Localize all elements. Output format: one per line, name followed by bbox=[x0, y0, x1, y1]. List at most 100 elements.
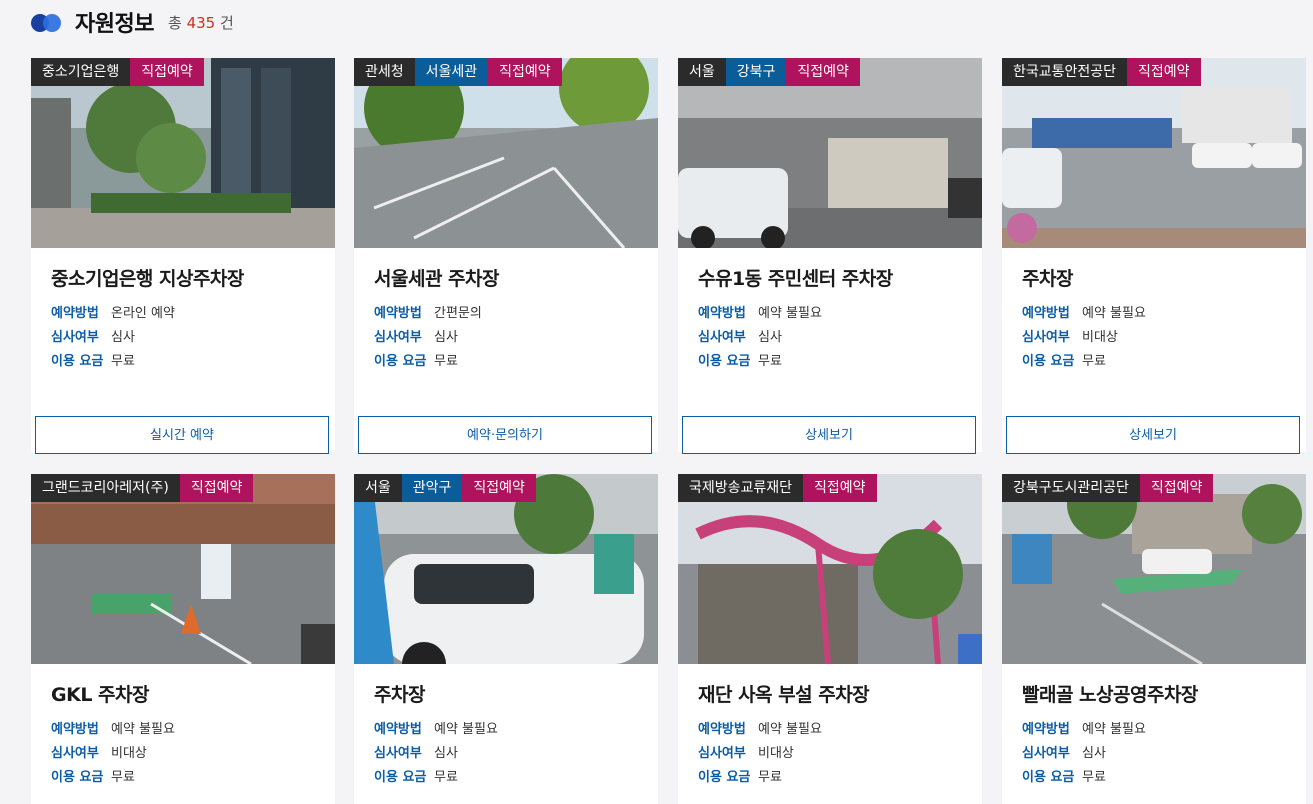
value-method: 예약 불필요 bbox=[758, 306, 822, 321]
label-method: 예약방법 bbox=[1022, 306, 1070, 321]
value-fee: 무료 bbox=[434, 354, 458, 369]
tag-direct-reservation: 직접예약 bbox=[130, 58, 204, 86]
value-review: 심사 bbox=[434, 746, 458, 761]
tag-agency: 중소기업은행 bbox=[31, 58, 131, 86]
tag-region: 서울 bbox=[678, 58, 726, 86]
value-fee: 무료 bbox=[434, 770, 458, 785]
value-review: 비대상 bbox=[111, 746, 147, 761]
value-fee: 무료 bbox=[1082, 354, 1106, 369]
value-method: 예약 불필요 bbox=[758, 722, 822, 737]
total-count: 총 435 건 bbox=[167, 13, 234, 32]
card-title[interactable]: 중소기업은행 지상주차장 bbox=[51, 264, 335, 290]
label-review: 심사여부 bbox=[1022, 746, 1070, 761]
value-method: 온라인 예약 bbox=[111, 306, 175, 321]
label-method: 예약방법 bbox=[51, 722, 99, 737]
tag-district: 강북구 bbox=[725, 58, 787, 86]
tag-direct-reservation: 직접예약 bbox=[803, 474, 877, 502]
card-photo: 서울 강북구 직접예약 bbox=[678, 58, 982, 248]
tag-agency: 국제방송교류재단 bbox=[678, 474, 804, 502]
resource-card[interactable]: 중소기업은행 직접예약 중소기업은행 지상주차장 예약방법 온라인 예약 심사여부… bbox=[31, 58, 335, 454]
value-fee: 무료 bbox=[758, 354, 782, 369]
label-fee: 이용 요금 bbox=[51, 770, 104, 785]
page-header: 자원정보 총 435 건 bbox=[31, 6, 234, 38]
tag-agency: 그랜드코리아레저(주) bbox=[31, 474, 180, 502]
tag-direct-reservation: 직접예약 bbox=[462, 474, 536, 502]
card-title[interactable]: GKL 주차장 bbox=[51, 680, 335, 706]
card-photo: 서울 관악구 직접예약 bbox=[354, 474, 658, 664]
label-fee: 이용 요금 bbox=[51, 354, 104, 369]
card-title[interactable]: 수유1동 주민센터 주차장 bbox=[698, 264, 982, 290]
card-photo: 한국교통안전공단 직접예약 bbox=[1002, 58, 1306, 248]
tag-direct-reservation: 직접예약 bbox=[1127, 58, 1201, 86]
tag-agency: 한국교통안전공단 bbox=[1002, 58, 1128, 86]
card-title[interactable]: 빨래골 노상공영주차장 bbox=[1022, 680, 1306, 706]
card-photo: 중소기업은행 직접예약 bbox=[31, 58, 335, 248]
label-fee: 이용 요금 bbox=[1022, 770, 1075, 785]
label-method: 예약방법 bbox=[374, 306, 422, 321]
tag-sub-agency: 서울세관 bbox=[414, 58, 489, 86]
value-review: 심사 bbox=[111, 330, 135, 345]
page-title: 자원정보 bbox=[75, 12, 154, 37]
value-fee: 무료 bbox=[111, 354, 135, 369]
resource-card[interactable]: 한국교통안전공단 직접예약 주차장 예약방법 예약 불필요 심사여부 비대상 이용 … bbox=[1002, 58, 1306, 454]
card-title[interactable]: 주차장 bbox=[374, 680, 658, 706]
card-photo: 국제방송교류재단 직접예약 bbox=[678, 474, 982, 664]
label-fee: 이용 요금 bbox=[698, 770, 751, 785]
reservation-inquiry-button[interactable]: 예약·문의하기 bbox=[358, 416, 652, 454]
label-review: 심사여부 bbox=[1022, 330, 1070, 345]
label-method: 예약방법 bbox=[374, 722, 422, 737]
label-review: 심사여부 bbox=[51, 330, 99, 345]
resource-card[interactable]: 서울 강북구 직접예약 수유1동 주민센터 주차장 예약방법 예약 불필요 심사여… bbox=[678, 58, 982, 454]
value-method: 예약 불필요 bbox=[1082, 306, 1146, 321]
value-review: 심사 bbox=[1082, 746, 1106, 761]
resource-card[interactable]: 국제방송교류재단 직접예약 재단 사옥 부설 주차장 예약방법 예약 불필요 심사… bbox=[678, 474, 982, 804]
resource-card[interactable]: 강북구도시관리공단 직접예약 빨래골 노상공영주차장 예약방법 예약 불필요 심사… bbox=[1002, 474, 1306, 804]
card-title[interactable]: 주차장 bbox=[1022, 264, 1306, 290]
label-review: 심사여부 bbox=[698, 746, 746, 761]
tag-direct-reservation: 직접예약 bbox=[179, 474, 254, 502]
tag-direct-reservation: 직접예약 bbox=[1139, 474, 1214, 502]
value-method: 예약 불필요 bbox=[111, 722, 175, 737]
tag-direct-reservation: 직접예약 bbox=[488, 58, 562, 86]
label-review: 심사여부 bbox=[51, 746, 99, 761]
value-review: 비대상 bbox=[1082, 330, 1118, 345]
value-method: 간편문의 bbox=[434, 306, 482, 321]
tag-agency: 관세청 bbox=[354, 58, 415, 86]
label-fee: 이용 요금 bbox=[698, 354, 751, 369]
label-method: 예약방법 bbox=[698, 306, 746, 321]
card-photo: 강북구도시관리공단 직접예약 bbox=[1002, 474, 1306, 664]
value-review: 비대상 bbox=[758, 746, 794, 761]
tag-district: 관악구 bbox=[401, 474, 463, 502]
label-fee: 이용 요금 bbox=[374, 354, 427, 369]
value-fee: 무료 bbox=[111, 770, 135, 785]
card-title[interactable]: 서울세관 주차장 bbox=[374, 264, 658, 290]
label-review: 심사여부 bbox=[374, 330, 422, 345]
detail-view-button[interactable]: 상세보기 bbox=[682, 416, 976, 454]
resource-card[interactable]: 관세청 서울세관 직접예약 서울세관 주차장 예약방법 간편문의 심사여부 심사 이… bbox=[354, 58, 658, 454]
label-method: 예약방법 bbox=[698, 722, 746, 737]
label-review: 심사여부 bbox=[374, 746, 422, 761]
label-method: 예약방법 bbox=[1022, 722, 1070, 737]
tag-region: 서울 bbox=[354, 474, 402, 502]
tag-agency: 강북구도시관리공단 bbox=[1002, 474, 1140, 502]
value-fee: 무료 bbox=[758, 770, 782, 785]
detail-view-button[interactable]: 상세보기 bbox=[1006, 416, 1300, 454]
label-fee: 이용 요금 bbox=[1022, 354, 1075, 369]
value-review: 심사 bbox=[434, 330, 458, 345]
tag-direct-reservation: 직접예약 bbox=[786, 58, 860, 86]
label-fee: 이용 요금 bbox=[374, 770, 427, 785]
card-title[interactable]: 재단 사옥 부설 주차장 bbox=[698, 680, 982, 706]
value-fee: 무료 bbox=[1082, 770, 1106, 785]
label-method: 예약방법 bbox=[51, 306, 99, 321]
value-review: 심사 bbox=[758, 330, 782, 345]
resource-card[interactable]: 그랜드코리아레저(주) 직접예약 GKL 주차장 예약방법 예약 불필요 심사여부… bbox=[31, 474, 335, 804]
card-photo: 그랜드코리아레저(주) 직접예약 bbox=[31, 474, 335, 664]
logo-dots-icon bbox=[31, 12, 65, 32]
value-method: 예약 불필요 bbox=[434, 722, 498, 737]
resource-card[interactable]: 서울 관악구 직접예약 주차장 예약방법 예약 불필요 심사여부 심사 이용 요금 무… bbox=[354, 474, 658, 804]
card-photo: 관세청 서울세관 직접예약 bbox=[354, 58, 658, 248]
value-method: 예약 불필요 bbox=[1082, 722, 1146, 737]
label-review: 심사여부 bbox=[698, 330, 746, 345]
realtime-reservation-button[interactable]: 실시간 예약 bbox=[35, 416, 329, 454]
total-count-number: 435 bbox=[186, 13, 216, 32]
